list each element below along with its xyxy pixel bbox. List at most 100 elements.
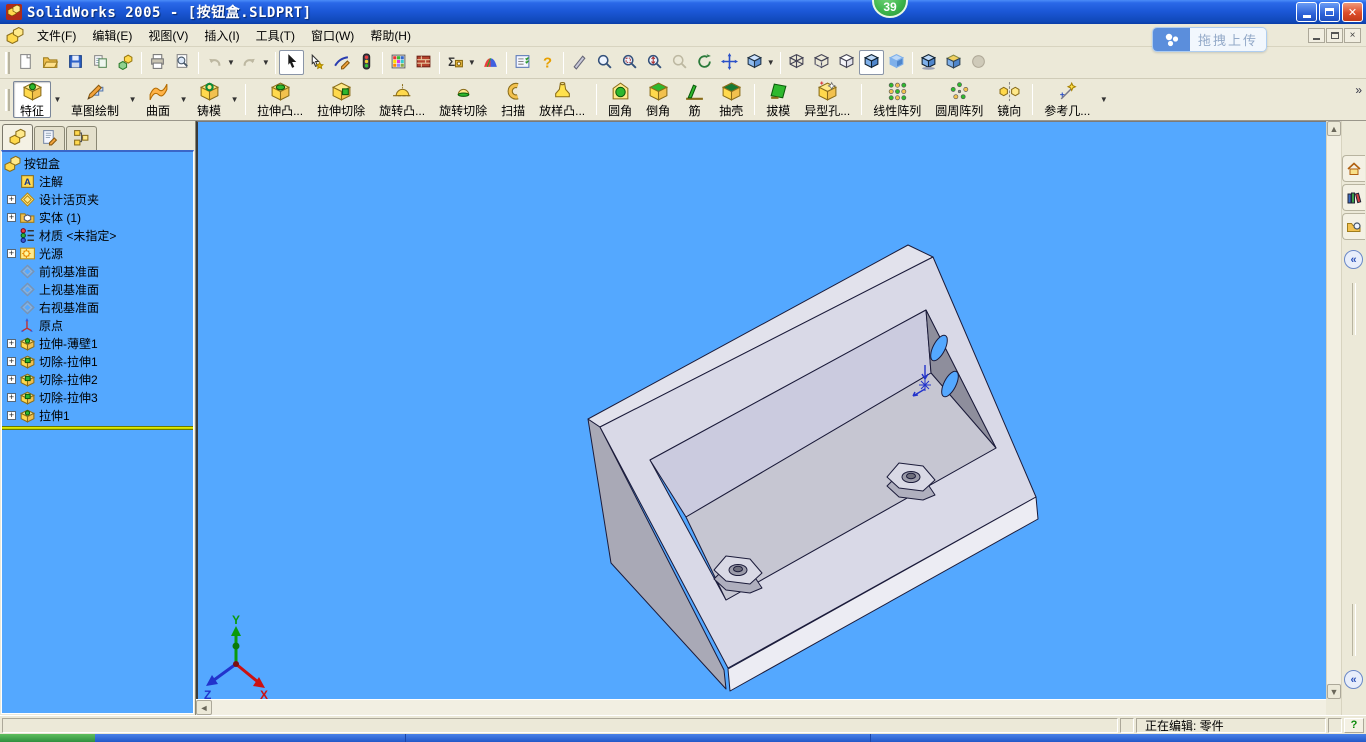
std-make-assembly-button[interactable] — [113, 50, 138, 75]
scroll-down-button[interactable]: ▼ — [1327, 684, 1341, 699]
tree-item-2[interactable]: +设计活页夹 — [2, 190, 193, 208]
feature-sketch-draw-button[interactable]: 草图绘制 — [64, 81, 126, 118]
tree-item-8[interactable]: 右视基准面 — [7, 298, 193, 316]
scroll-left-button[interactable]: ◄ — [196, 700, 212, 715]
feature-extrude-cut-button[interactable]: 拉伸切除 — [310, 81, 372, 118]
std-save-button[interactable] — [63, 50, 88, 75]
feature-mold-dropdown-caret[interactable]: ▼ — [228, 81, 241, 118]
tree-expand-button[interactable]: + — [7, 195, 16, 204]
toolbar-grip[interactable] — [5, 89, 10, 111]
view-orientation-dropdown-caret[interactable]: ▼ — [767, 58, 775, 67]
window-restore-button[interactable] — [1319, 2, 1340, 22]
feature-shell-button[interactable]: 抽壳 — [712, 81, 750, 118]
feature-draft-button[interactable]: 拔模 — [759, 81, 797, 118]
std-hidden-lines-removed-button[interactable] — [834, 50, 859, 75]
quick-tips-help-button[interactable]: ? — [1344, 718, 1364, 733]
std-rotate-view-button[interactable] — [692, 50, 717, 75]
tree-expand-button[interactable]: + — [7, 339, 16, 348]
feature-linear-pattern-button[interactable]: 线性阵列 — [866, 81, 928, 118]
redo-dropdown-caret[interactable]: ▼ — [262, 58, 270, 67]
tree-tab-featuremanager[interactable] — [2, 124, 33, 150]
graphics-viewport[interactable]: Y Z X — [196, 121, 1326, 699]
std-select-button[interactable] — [279, 50, 304, 75]
tree-item-3[interactable]: +实体 (1) — [2, 208, 193, 226]
std-rebuild-button[interactable] — [354, 50, 379, 75]
std-options-button[interactable] — [510, 50, 535, 75]
feature-loft-boss-button[interactable]: 放样凸... — [532, 81, 592, 118]
std-new-button[interactable] — [13, 50, 38, 75]
task-pane-handle[interactable] — [1352, 604, 1356, 656]
feature-sketch-draw-dropdown-caret[interactable]: ▼ — [126, 81, 139, 118]
menu-item-0[interactable]: 文件(F) — [29, 24, 84, 47]
feature-fillet-button[interactable]: 圆角 — [601, 81, 639, 118]
tree-tab-propertymanager[interactable] — [34, 126, 65, 150]
tree-item-9[interactable]: 原点 — [7, 316, 193, 334]
feature-extrude-boss-button[interactable]: 拉伸凸... — [250, 81, 310, 118]
std-zoom-area-button[interactable] — [617, 50, 642, 75]
std-wireframe-button[interactable] — [784, 50, 809, 75]
feature-revolve-cut-button[interactable]: 旋转切除 — [432, 81, 494, 118]
tree-item-4[interactable]: 材质 <未指定> — [7, 226, 193, 244]
task-pane-collapse-button[interactable]: « — [1344, 250, 1363, 269]
tree-item-1[interactable]: A注解 — [7, 172, 193, 190]
mdi-close-button[interactable]: × — [1344, 28, 1361, 43]
measure-dropdown-caret[interactable]: ▼ — [468, 58, 476, 67]
tree-expand-button[interactable]: + — [7, 213, 16, 222]
feature-hole-wizard-button[interactable]: 异型孔... — [797, 81, 857, 118]
std-zoom-in-out-button[interactable] — [642, 50, 667, 75]
feature-features-button[interactable]: 特征 — [13, 81, 51, 118]
tree-expand-button[interactable]: + — [7, 411, 16, 420]
feature-chamfer-button[interactable]: 倒角 — [639, 81, 677, 118]
tree-item-10[interactable]: +拉伸-薄壁1 — [2, 334, 193, 352]
feature-sweep-button[interactable]: 扫描 — [494, 81, 532, 118]
std-view-tool-button[interactable] — [567, 50, 592, 75]
menu-item-4[interactable]: 工具(T) — [248, 24, 303, 47]
menu-item-6[interactable]: 帮助(H) — [362, 24, 419, 47]
std-edit-color-button[interactable] — [386, 50, 411, 75]
model-button-box[interactable]: Y Z X — [198, 122, 1326, 699]
tree-item-14[interactable]: +拉伸1 — [2, 406, 193, 424]
feature-features-dropdown-caret[interactable]: ▼ — [51, 81, 64, 118]
tree-item-7[interactable]: 上视基准面 — [7, 280, 193, 298]
vertical-scrollbar[interactable]: ▲ ▼ — [1326, 121, 1341, 699]
std-view-orientation-button[interactable] — [742, 50, 767, 75]
tree-item-0[interactable]: 按钮盒 — [4, 154, 193, 172]
std-shaded-with-edges-button[interactable] — [859, 50, 884, 75]
std-redo-button[interactable] — [237, 50, 262, 75]
std-texture-button[interactable] — [411, 50, 436, 75]
tree-expand-button[interactable]: + — [7, 375, 16, 384]
std-sketch-button[interactable] — [329, 50, 354, 75]
toolbar-grip[interactable] — [5, 52, 10, 74]
feature-circular-pattern-button[interactable]: 圆周阵列 — [928, 81, 990, 118]
tree-item-13[interactable]: +切除-拉伸3 — [2, 388, 193, 406]
tree-item-11[interactable]: +切除-拉伸1 — [2, 352, 193, 370]
menu-item-5[interactable]: 窗口(W) — [303, 24, 362, 47]
tree-item-12[interactable]: +切除-拉伸2 — [2, 370, 193, 388]
menu-item-1[interactable]: 编辑(E) — [84, 24, 140, 47]
std-shadows-button[interactable] — [916, 50, 941, 75]
feature-surfaces-button[interactable]: 曲面 — [139, 81, 177, 118]
task-pane-tab-solidworks-resources[interactable] — [1342, 155, 1365, 182]
tree-tab-configurationmanager[interactable] — [66, 126, 97, 150]
task-pane-tab-file-explorer[interactable] — [1342, 213, 1365, 240]
tree-item-5[interactable]: +光源 — [2, 244, 193, 262]
std-open-button[interactable] — [38, 50, 63, 75]
feature-mirror-button[interactable]: 镜向 — [990, 81, 1028, 118]
std-select-filter-button[interactable] — [304, 50, 329, 75]
std-curvature-button[interactable] — [478, 50, 503, 75]
feature-mold-button[interactable]: 铸模 — [190, 81, 228, 118]
menu-item-2[interactable]: 视图(V) — [140, 24, 196, 47]
std-print-preview-button[interactable] — [170, 50, 195, 75]
menu-item-3[interactable]: 插入(I) — [196, 24, 247, 47]
toolbar-overflow-chevron[interactable]: » — [1351, 81, 1366, 99]
std-hidden-lines-visible-button[interactable] — [809, 50, 834, 75]
feature-rib-button[interactable]: 筋 — [677, 81, 712, 118]
undo-dropdown-caret[interactable]: ▼ — [227, 58, 235, 67]
std-print-button[interactable] — [145, 50, 170, 75]
std-pan-button[interactable] — [717, 50, 742, 75]
std-zoom-selection-button[interactable] — [667, 50, 692, 75]
drag-upload-widget[interactable]: 拖拽上传 — [1152, 27, 1267, 52]
windows-taskbar-edge[interactable] — [0, 734, 1366, 742]
tree-expand-button[interactable]: + — [7, 249, 16, 258]
std-zoom-fit-button[interactable] — [592, 50, 617, 75]
